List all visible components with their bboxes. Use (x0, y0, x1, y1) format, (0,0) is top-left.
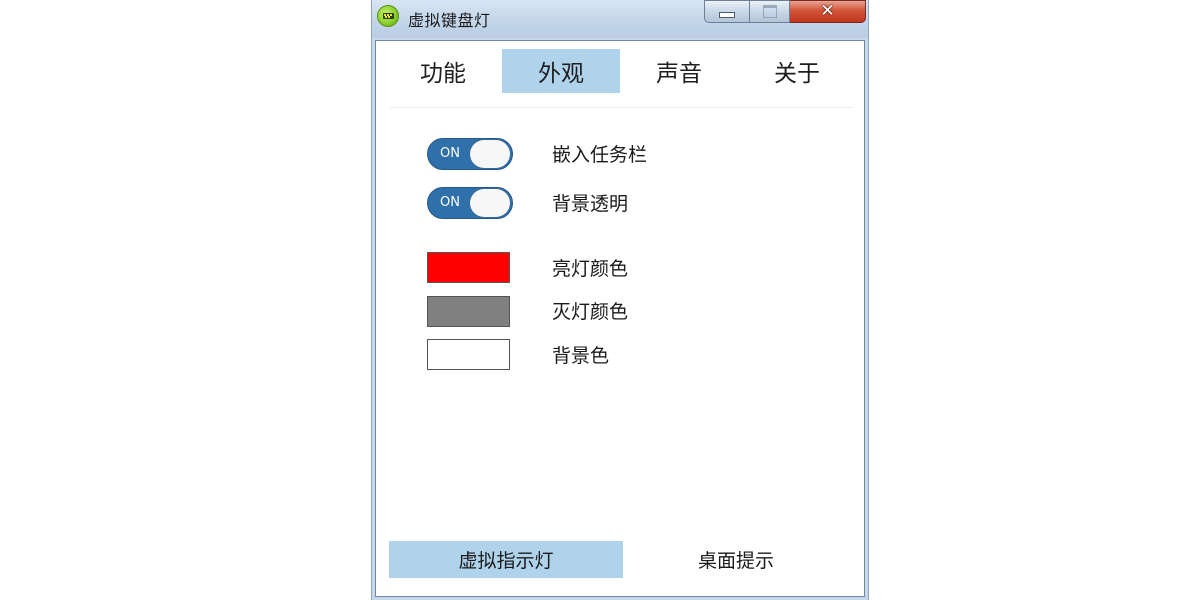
background-color-label: 背景色 (552, 345, 610, 367)
tab-about[interactable]: 关于 (738, 49, 856, 93)
background-color-swatch[interactable] (427, 339, 510, 370)
toggle-knob (470, 189, 510, 217)
transparent-background-toggle[interactable]: ON (427, 187, 513, 219)
embed-taskbar-label: 嵌入任务栏 (552, 144, 648, 166)
maximize-button[interactable] (750, 0, 790, 23)
virtual-indicator-tab[interactable]: 虚拟指示灯 (389, 541, 623, 578)
minimize-icon (719, 11, 735, 18)
light-off-color-swatch[interactable] (427, 296, 510, 327)
light-off-color-label: 灭灯颜色 (552, 301, 629, 323)
window-title: 虚拟键盘灯 (408, 11, 491, 30)
tab-sound[interactable]: 声音 (620, 49, 738, 93)
transparent-background-label: 背景透明 (552, 193, 629, 215)
minimize-button[interactable] (704, 0, 750, 23)
embed-taskbar-toggle[interactable]: ON (427, 138, 513, 170)
desktop-hint-tab[interactable]: 桌面提示 (619, 541, 853, 578)
settings-panel: 功能 外观 声音 关于 ON 嵌入任务栏 ON 背景透明 亮灯颜色 灭灯颜色 背… (375, 40, 865, 597)
toggle-knob (470, 140, 510, 168)
maximize-icon (762, 5, 777, 18)
window-controls: ✕ (704, 0, 866, 24)
tab-divider (390, 107, 852, 108)
keyboard-light-app-icon (377, 5, 399, 27)
light-on-color-label: 亮灯颜色 (552, 258, 629, 280)
app-window: 虚拟键盘灯 ✕ 功能 外观 声音 关于 ON 嵌入任务栏 ON 背景透明 亮灯颜… (371, 0, 869, 600)
title-bar[interactable]: 虚拟键盘灯 ✕ (372, 0, 868, 38)
toggle-state-text: ON (440, 195, 460, 210)
close-button[interactable]: ✕ (790, 0, 866, 23)
toggle-state-text: ON (440, 146, 460, 161)
tab-bar: 功能 外观 声音 关于 (384, 49, 860, 97)
light-on-color-swatch[interactable] (427, 252, 510, 283)
close-icon: ✕ (820, 1, 835, 21)
tab-appearance[interactable]: 外观 (502, 49, 620, 93)
tab-functions[interactable]: 功能 (384, 49, 502, 93)
